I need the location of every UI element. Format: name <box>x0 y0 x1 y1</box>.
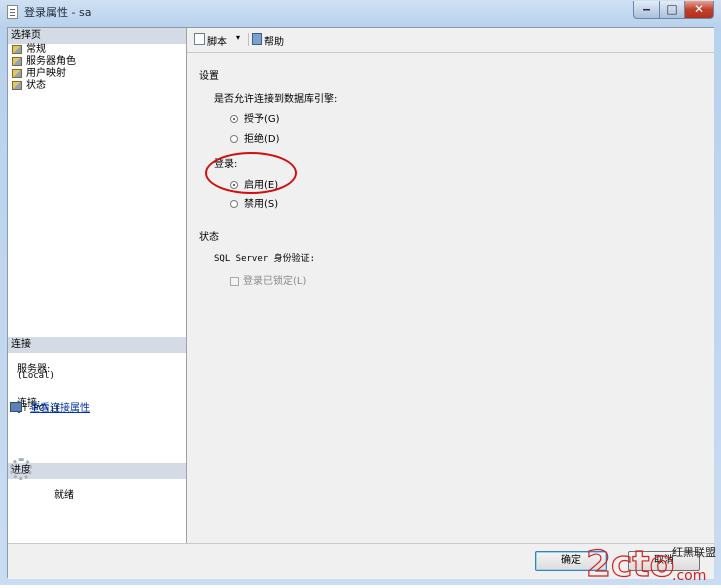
page-icon <box>12 68 22 78</box>
login-locked-checkbox[interactable]: 登录已锁定(L) <box>230 272 306 287</box>
watermark-logo: 2cto .com 红黑联盟 <box>585 543 716 585</box>
checkbox-icon <box>230 276 239 286</box>
toolbar-divider <box>248 33 249 46</box>
chevron-down-icon[interactable]: ▾ <box>236 33 240 42</box>
toolbar: 脚本 ▾ 帮助 <box>187 28 714 52</box>
left-pane: 选择页 常规 服务器角色 用户映射 状态 连接 服务器: (Local) 连接:… <box>8 28 187 543</box>
annotation-ellipse <box>205 152 297 194</box>
page-icon <box>12 56 22 66</box>
deny-radio[interactable]: 拒绝(D) <box>230 130 280 145</box>
page-icon <box>12 44 22 54</box>
watermark-logo-text: 2cto <box>586 544 674 585</box>
maximize-button[interactable]: □ <box>659 1 685 19</box>
watermark-domain: .com <box>672 568 706 584</box>
connection-header: 连接 <box>8 337 186 353</box>
connection-properties-icon <box>10 402 22 412</box>
radio-icon <box>230 135 238 143</box>
db-engine-question: 是否允许连接到数据库引擎: <box>214 94 338 105</box>
status-section-label: 状态 <box>199 232 219 243</box>
help-button[interactable]: 帮助 <box>264 33 284 48</box>
page-item-label: 常规 <box>26 44 46 55</box>
document-icon <box>7 5 18 19</box>
progress-status: 就绪 <box>54 490 74 501</box>
sql-auth-label: SQL Server 身份验证: <box>214 254 316 264</box>
grant-radio[interactable]: 授予(G) <box>230 110 280 125</box>
page-item-label: 状态 <box>26 80 46 91</box>
watermark: 2cto .com 红黑联盟 <box>584 540 721 585</box>
select-page-header: 选择页 <box>8 28 186 44</box>
page-item-server-roles[interactable]: 服务器角色 <box>12 56 76 68</box>
login-locked-label: 登录已锁定(L) <box>243 276 307 287</box>
help-icon <box>252 33 262 45</box>
disabled-radio[interactable]: 禁用(S) <box>230 195 278 210</box>
page-item-label: 用户映射 <box>26 68 66 79</box>
minimize-button[interactable]: ‒ <box>633 1 660 19</box>
radio-selected-icon <box>230 115 238 123</box>
progress-header: 进度 <box>8 463 186 479</box>
grant-label: 授予(G) <box>244 114 280 125</box>
page-item-user-mapping[interactable]: 用户映射 <box>12 68 66 80</box>
title-bar[interactable]: 登录属性 - sa <box>0 0 721 24</box>
script-icon <box>194 33 205 45</box>
page-item-label: 服务器角色 <box>26 56 76 67</box>
page-item-general[interactable]: 常规 <box>12 44 46 56</box>
toolbar-divider-line <box>187 52 714 53</box>
radio-icon <box>230 200 238 208</box>
script-button[interactable]: 脚本 <box>207 33 227 48</box>
page-icon <box>12 80 22 90</box>
page-item-status[interactable]: 状态 <box>12 80 46 92</box>
progress-spinner-icon <box>10 458 32 480</box>
server-value: (Local) <box>17 371 55 381</box>
settings-section-label: 设置 <box>199 71 219 82</box>
deny-label: 拒绝(D) <box>244 134 280 145</box>
window-title: 登录属性 - sa <box>24 6 92 19</box>
view-connection-properties-link[interactable]: 查看连接属性 <box>30 399 90 414</box>
close-button[interactable]: ✕ <box>684 1 714 19</box>
disabled-label: 禁用(S) <box>244 199 279 210</box>
watermark-tagline: 红黑联盟 <box>672 546 716 559</box>
